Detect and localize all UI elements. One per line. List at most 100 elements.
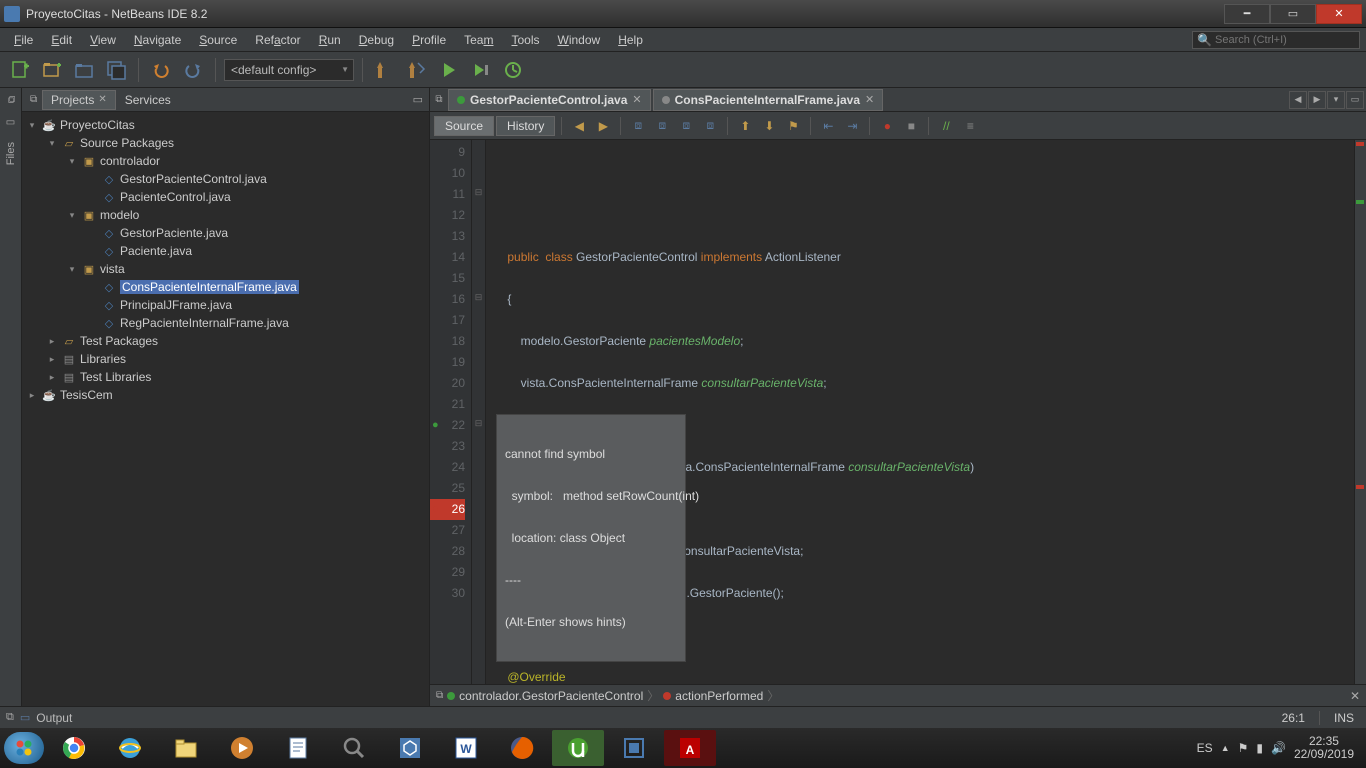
macro-stop-icon[interactable]: ■ (900, 115, 922, 137)
menu-file[interactable]: File (6, 31, 41, 49)
next-bookmark-icon[interactable]: ⬇ (758, 115, 780, 137)
shift-right-icon[interactable]: ⇥ (841, 115, 863, 137)
tray-lang[interactable]: ES (1197, 741, 1213, 755)
taskbar-ie[interactable] (104, 730, 156, 766)
menu-run[interactable]: Run (311, 31, 349, 49)
tab-list-button[interactable]: ▾ (1327, 91, 1345, 109)
find-prev-icon[interactable]: ⧈ (651, 115, 673, 137)
tree-file-regpacienteinternalframe[interactable]: ◇RegPacienteInternalFrame.java (22, 314, 429, 332)
nav-fwd-icon[interactable]: ▶ (592, 115, 614, 137)
panel-menu-icon[interactable]: ▭ (411, 93, 425, 106)
tree-libraries[interactable]: ▸▤Libraries (22, 350, 429, 368)
close-icon[interactable]: ✕ (98, 94, 106, 105)
tray-clock[interactable]: 22:35 22/09/2019 (1294, 735, 1354, 761)
system-tray[interactable]: ES ▲ ⚑ ▮ 🔊 22:35 22/09/2019 (1197, 735, 1362, 761)
tray-volume-icon[interactable]: 🔊 (1271, 741, 1286, 755)
tree-file-paciente[interactable]: ◇Paciente.java (22, 242, 429, 260)
tree-pkg-vista[interactable]: ▾▣vista (22, 260, 429, 278)
clean-build-button[interactable] (403, 56, 431, 84)
tab-projects[interactable]: Projects✕ (42, 90, 116, 110)
taskbar-magnifier[interactable] (328, 730, 380, 766)
tree-pkg-controlador[interactable]: ▾▣controlador (22, 152, 429, 170)
nav-back-icon[interactable]: ◀ (568, 115, 590, 137)
files-tab-icon[interactable]: ▭ (3, 114, 19, 130)
find-selection-icon[interactable]: ⧈ (627, 115, 649, 137)
comment-icon[interactable]: // (935, 115, 957, 137)
taskbar-netbeans[interactable] (384, 730, 436, 766)
overview-ruler[interactable] (1354, 140, 1366, 684)
taskbar-virtualbox[interactable] (608, 730, 660, 766)
menu-help[interactable]: Help (610, 31, 651, 49)
tree-project-tesiscem[interactable]: ▸☕TesisCem (22, 386, 429, 404)
config-combo[interactable]: <default config> (224, 59, 354, 81)
tree-file-principaljframe[interactable]: ◇PrincipalJFrame.java (22, 296, 429, 314)
build-button[interactable] (371, 56, 399, 84)
taskbar-mediaplayer[interactable] (216, 730, 268, 766)
taskbar-adobe[interactable]: A (664, 730, 716, 766)
undo-button[interactable] (147, 56, 175, 84)
find-next-icon[interactable]: ⧈ (675, 115, 697, 137)
menu-source[interactable]: Source (191, 31, 245, 49)
output-restore-icon[interactable]: ⧉ (6, 711, 14, 724)
toggle-highlight-icon[interactable]: ⧈ (699, 115, 721, 137)
project-tree[interactable]: ▾☕ProyectoCitas ▾▱Source Packages ▾▣cont… (22, 112, 429, 706)
output-icon[interactable]: ▭ (20, 711, 30, 724)
history-button[interactable]: History (496, 116, 555, 136)
new-file-button[interactable] (6, 56, 34, 84)
menu-tools[interactable]: Tools (503, 31, 547, 49)
taskbar-chrome[interactable] (48, 730, 100, 766)
toggle-bookmark-icon[interactable]: ⚑ (782, 115, 804, 137)
tab-services[interactable]: Services (116, 90, 180, 110)
tab-max-button[interactable]: ▭ (1346, 91, 1364, 109)
editor-tab-1[interactable]: GestorPacienteControl.java✕ (448, 89, 651, 111)
crumb-method[interactable]: actionPerformed (663, 689, 763, 703)
uncomment-icon[interactable]: ≡ (959, 115, 981, 137)
tree-pkg-modelo[interactable]: ▾▣modelo (22, 206, 429, 224)
menu-team[interactable]: Team (456, 31, 501, 49)
tree-file-conspacienteinternalframe[interactable]: ◇ConsPacienteInternalFrame.java (22, 278, 429, 296)
taskbar-utorrent[interactable] (552, 730, 604, 766)
tab-nav-left[interactable]: ◀ (1289, 91, 1307, 109)
start-button[interactable] (4, 732, 44, 764)
debug-button[interactable] (467, 56, 495, 84)
files-tab-label[interactable]: Files (5, 142, 17, 165)
code-text[interactable]: public class GestorPacienteControl imple… (486, 140, 1366, 684)
tab-nav-right[interactable]: ▶ (1308, 91, 1326, 109)
editor-tab-restore-icon[interactable]: ⧉ (430, 94, 448, 105)
quick-search[interactable]: 🔍 (1192, 31, 1360, 49)
taskbar-explorer[interactable] (160, 730, 212, 766)
tree-file-pacientecontrol[interactable]: ◇PacienteControl.java (22, 188, 429, 206)
menu-refactor[interactable]: Refactor (247, 31, 308, 49)
menu-view[interactable]: View (82, 31, 124, 49)
source-button[interactable]: Source (434, 116, 494, 136)
tray-flag-icon[interactable]: ⚑ (1238, 741, 1249, 755)
macro-rec-icon[interactable]: ● (876, 115, 898, 137)
tree-test-packages[interactable]: ▸▱Test Packages (22, 332, 429, 350)
menu-profile[interactable]: Profile (404, 31, 454, 49)
breadcrumb-close[interactable]: ✕ (1350, 689, 1360, 703)
close-icon[interactable]: ✕ (865, 93, 874, 106)
maximize-button[interactable]: ▭ (1270, 4, 1316, 24)
gutter-restore-icon[interactable]: ⧉ (3, 92, 19, 108)
tray-network-icon[interactable]: ▮ (1256, 741, 1263, 755)
output-label[interactable]: Output (36, 711, 72, 725)
menu-edit[interactable]: Edit (43, 31, 80, 49)
save-all-button[interactable] (102, 56, 130, 84)
shift-left-icon[interactable]: ⇤ (817, 115, 839, 137)
minimize-button[interactable]: ━ (1224, 4, 1270, 24)
crumb-class[interactable]: controlador.GestorPacienteControl (447, 689, 643, 703)
tree-project-root[interactable]: ▾☕ProyectoCitas (22, 116, 429, 134)
search-input[interactable] (1215, 34, 1355, 46)
tree-file-gestorpaciente[interactable]: ◇GestorPaciente.java (22, 224, 429, 242)
tree-source-packages[interactable]: ▾▱Source Packages (22, 134, 429, 152)
taskbar-firefox[interactable] (496, 730, 548, 766)
close-icon[interactable]: ✕ (632, 93, 641, 106)
open-project-button[interactable] (70, 56, 98, 84)
taskbar-word[interactable]: W (440, 730, 492, 766)
prev-bookmark-icon[interactable]: ⬆ (734, 115, 756, 137)
editor-tab-2[interactable]: ConsPacienteInternalFrame.java✕ (653, 89, 884, 111)
run-button[interactable] (435, 56, 463, 84)
tree-test-libraries[interactable]: ▸▤Test Libraries (22, 368, 429, 386)
code-area[interactable]: 9101112 13141516 17181920 21222324 25262… (430, 140, 1366, 684)
panel-restore-icon[interactable]: ⧉ (26, 94, 42, 105)
